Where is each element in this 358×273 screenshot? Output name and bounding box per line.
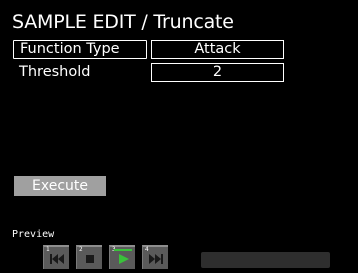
- threshold-value[interactable]: 2: [151, 63, 284, 82]
- progress-bar: [201, 252, 330, 268]
- page-title: SAMPLE EDIT / Truncate: [12, 11, 234, 33]
- stop-button[interactable]: 2: [76, 245, 102, 269]
- function-type-label[interactable]: Function Type: [13, 40, 147, 59]
- rewind-button[interactable]: 1: [43, 245, 69, 269]
- fast-forward-icon: [149, 254, 163, 264]
- stop-icon: [86, 255, 94, 263]
- fast-forward-button[interactable]: 4: [142, 245, 168, 269]
- execute-button[interactable]: Execute: [14, 176, 106, 196]
- threshold-label[interactable]: Threshold: [13, 63, 147, 82]
- function-type-value[interactable]: Attack: [151, 40, 284, 59]
- rewind-icon: [50, 254, 64, 264]
- preview-label: Preview: [12, 229, 55, 240]
- play-icon: [114, 249, 132, 264]
- play-button[interactable]: 3: [109, 245, 135, 269]
